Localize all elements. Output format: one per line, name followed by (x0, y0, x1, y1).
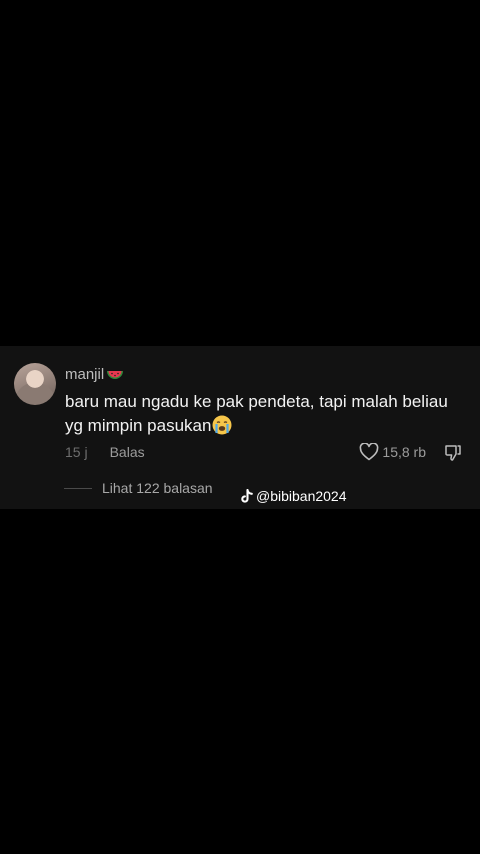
comment-card: manjil baru mau ngadu ke pak pendeta, ta… (0, 346, 480, 509)
comment-time: 15 j (65, 444, 88, 460)
username[interactable]: manjil (65, 366, 104, 383)
view-replies-label: Lihat 122 balasan (102, 480, 213, 496)
heart-icon (360, 443, 379, 461)
comment-meta: 15 j Balas (65, 444, 145, 460)
crying-face-icon (212, 415, 232, 435)
like-count: 15,8 rb (382, 444, 426, 460)
like-button[interactable]: 15,8 rb (359, 443, 426, 461)
username-row: manjil (65, 366, 124, 383)
replies-divider (64, 487, 92, 489)
comment-body: baru mau ngadu ke pak pendeta, tapi mala… (65, 392, 448, 435)
dislike-button[interactable] (444, 444, 462, 467)
thumbs-down-icon (445, 445, 461, 461)
view-replies-button[interactable]: Lihat 122 balasan (64, 480, 213, 496)
avatar[interactable] (14, 363, 56, 405)
watermelon-icon (107, 370, 124, 379)
comment-text: baru mau ngadu ke pak pendeta, tapi mala… (65, 390, 465, 438)
watermark-handle: @bibiban2024 (256, 488, 347, 504)
tiktok-icon (241, 488, 253, 503)
watermark: @bibiban2024 (240, 488, 347, 504)
reply-button[interactable]: Balas (110, 444, 145, 460)
